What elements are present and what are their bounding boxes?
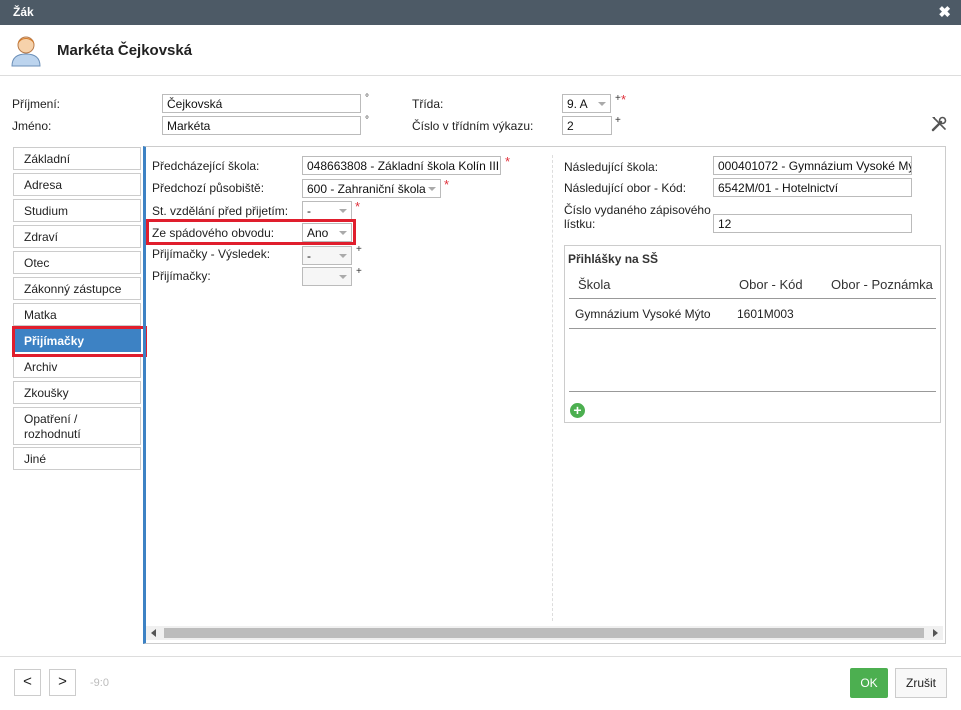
ok-button[interactable]: OK <box>850 668 888 698</box>
surname-field[interactable]: Čejkovská <box>162 94 361 113</box>
window-title: Žák <box>13 5 34 19</box>
surname-label: Příjmení: <box>12 97 61 111</box>
tab-zdravi[interactable]: Zdraví <box>13 225 141 248</box>
table-header-divider <box>569 298 936 299</box>
column-header-field-note[interactable]: Obor - Poznámka <box>831 277 933 292</box>
prev-place-required-mark: * <box>444 177 450 192</box>
student-name: Markéta Čejkovská <box>57 42 193 59</box>
tab-studium[interactable]: Studium <box>13 199 141 222</box>
surname-mark: ° <box>365 93 369 104</box>
chevron-down-icon <box>428 187 436 191</box>
cell-field-code: 1601M003 <box>737 307 794 321</box>
prev-place-select-value: 600 - Zahraniční škola <box>307 182 426 196</box>
cell-school: Gymnázium Vysoké Mýto <box>575 307 711 321</box>
next-record-button[interactable]: > <box>49 669 76 696</box>
firstname-label: Jméno: <box>12 119 52 133</box>
chevron-down-icon <box>339 209 347 213</box>
tools-icon[interactable] <box>930 115 948 136</box>
tab-matka[interactable]: Matka <box>13 303 141 326</box>
catchment-highlight <box>146 219 356 245</box>
chevron-down-icon <box>339 254 347 258</box>
tab-opatreni-rozhodnuti[interactable]: Opatření / rozhodnutí <box>13 407 141 445</box>
next-field-field[interactable]: 6542M/01 - Hotelnictví <box>713 178 912 197</box>
column-header-school[interactable]: Škola <box>578 277 611 292</box>
student-avatar-icon <box>10 33 42 70</box>
tab-zakladni[interactable]: Základní <box>13 147 141 170</box>
chevron-down-icon <box>339 275 347 279</box>
exams-label: Přijímačky: <box>152 269 211 283</box>
class-required-mark: * <box>621 92 627 107</box>
next-school-label: Následující škola: <box>564 160 659 174</box>
close-icon[interactable]: ✖ <box>938 3 951 21</box>
enrollment-label: Číslo vydaného zápisového lístku: <box>564 203 711 231</box>
prev-place-select[interactable]: 600 - Zahraniční škola <box>302 179 441 198</box>
next-school-field[interactable]: 000401072 - Gymnázium Vysoké Mýto <box>713 156 912 175</box>
tab-otec[interactable]: Otec <box>13 251 141 274</box>
education-required-mark: * <box>355 199 361 214</box>
exams-mark: + <box>356 266 362 277</box>
education-select[interactable]: - <box>302 201 352 220</box>
scroll-right-icon[interactable] <box>933 629 938 637</box>
applications-panel: Přihlášky na SŠ Škola Obor - Kód Obor - … <box>564 245 941 423</box>
dialog-footer <box>0 656 961 710</box>
student-header: Markéta Čejkovská <box>0 25 961 76</box>
enrollment-field[interactable]: 12 <box>713 214 912 233</box>
class-label: Třída: <box>412 97 444 111</box>
horizontal-scrollbar[interactable] <box>146 626 943 640</box>
cancel-button[interactable]: Zrušit <box>895 668 947 698</box>
firstname-field[interactable]: Markéta <box>162 116 361 135</box>
tab-archiv[interactable]: Archiv <box>13 355 141 378</box>
applications-title: Přihlášky na SŠ <box>568 252 659 266</box>
tab-jine[interactable]: Jiné <box>13 447 141 470</box>
register-number-field[interactable]: 2 <box>562 116 612 135</box>
exam-result-label: Přijímačky - Výsledek: <box>152 247 271 261</box>
table-row-divider <box>569 328 936 329</box>
column-header-field-code[interactable]: Obor - Kód <box>739 277 803 292</box>
tab-adresa[interactable]: Adresa <box>13 173 141 196</box>
add-application-icon[interactable]: + <box>570 403 585 418</box>
next-field-label: Následující obor - Kód: <box>564 181 687 195</box>
tab-zakonny-zastupce[interactable]: Zákonný zástupce <box>13 277 141 300</box>
prev-record-button[interactable]: < <box>14 669 41 696</box>
scrollbar-thumb[interactable] <box>164 628 924 638</box>
exam-result-select[interactable]: - <box>302 246 352 265</box>
exam-result-mark: + <box>356 244 362 255</box>
firstname-mark: ° <box>365 115 369 126</box>
prev-school-label: Předcházející škola: <box>152 159 260 173</box>
prev-place-label: Předchozí působiště: <box>152 181 265 195</box>
pager-text: -9:0 <box>90 677 109 689</box>
active-tab-highlight <box>12 326 147 357</box>
register-label: Číslo v třídním výkazu: <box>412 119 534 133</box>
exam-result-select-value: - <box>307 249 311 263</box>
register-mark: + <box>615 115 621 126</box>
tab-zkousky[interactable]: Zkoušky <box>13 381 141 404</box>
education-select-value: - <box>307 204 311 218</box>
education-label: St. vzdělání před přijetím: <box>152 204 289 218</box>
class-select[interactable]: 9. A <box>562 94 611 113</box>
prev-school-required-mark: * <box>505 154 511 169</box>
exams-select[interactable] <box>302 267 352 286</box>
table-bottom-divider <box>569 391 936 392</box>
class-mark-plus: + <box>615 93 621 104</box>
class-select-value: 9. A <box>567 97 588 111</box>
prev-school-field[interactable]: 048663808 - Základní škola Kolín III <box>302 156 501 175</box>
window-titlebar: Žák ✖ <box>0 0 961 25</box>
column-divider <box>552 155 553 621</box>
chevron-down-icon <box>598 102 606 106</box>
scroll-left-icon[interactable] <box>151 629 156 637</box>
